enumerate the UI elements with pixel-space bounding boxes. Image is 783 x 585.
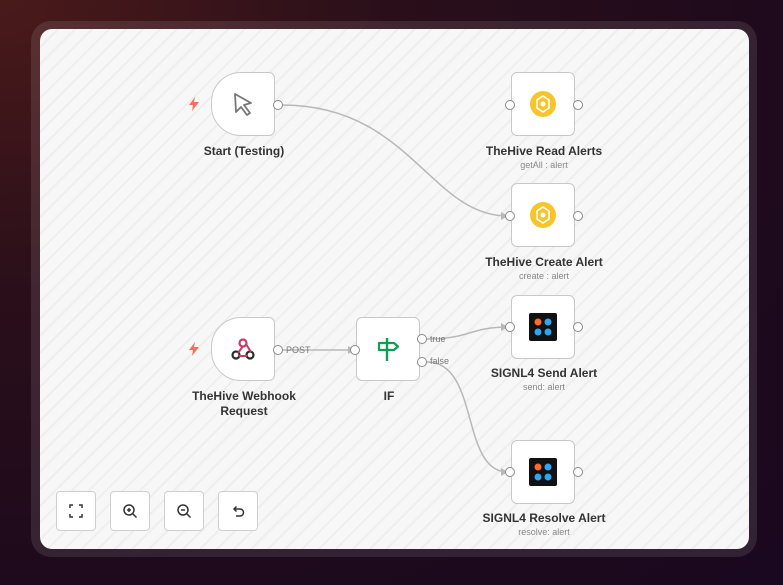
if-input-port[interactable] — [350, 345, 360, 355]
thehive-read-title: TheHive Read Alerts — [485, 144, 603, 158]
start-node-title: Start (Testing) — [203, 144, 285, 158]
thehive-icon — [530, 202, 556, 228]
connections — [281, 104, 509, 476]
webhook-title: TheHive Webhook Request — [169, 389, 319, 419]
webhook-title-line2: Request — [220, 404, 268, 418]
thehive-create-output-port[interactable] — [573, 211, 583, 221]
signl4-send-output-port[interactable] — [573, 322, 583, 332]
fullscreen-icon — [69, 504, 83, 518]
fit-view-button[interactable] — [56, 491, 96, 531]
signl4-send-input-port[interactable] — [505, 322, 515, 332]
trigger-bolt-icon — [189, 97, 199, 111]
zoom-out-button[interactable] — [164, 491, 204, 531]
signl4-resolve-subtitle: resolve: alert — [518, 527, 570, 537]
thehive-create-input-port[interactable] — [505, 211, 515, 221]
signl4-resolve-output-port[interactable] — [573, 467, 583, 477]
thehive-read-output-port[interactable] — [573, 100, 583, 110]
undo-button[interactable] — [218, 491, 258, 531]
webhook-output-port[interactable] — [273, 345, 283, 355]
signl4-send-title: SIGNL4 Send Alert — [490, 366, 598, 380]
undo-icon — [232, 505, 245, 517]
thehive-read-input-port[interactable] — [505, 100, 515, 110]
if-true-port[interactable] — [417, 334, 427, 344]
webhook-node[interactable] — [211, 317, 275, 381]
signl4-send-node[interactable] — [511, 295, 575, 359]
edge-label-true: true — [430, 334, 446, 344]
signl4-icon — [529, 313, 557, 341]
signl4-send-subtitle: send: alert — [522, 382, 566, 392]
signl4-resolve-input-port[interactable] — [505, 467, 515, 477]
signl4-resolve-title: SIGNL4 Resolve Alert — [482, 511, 606, 525]
edge-label-false: false — [430, 356, 450, 366]
thehive-read-node[interactable] — [511, 72, 575, 136]
cursor-icon — [234, 93, 252, 116]
zoom-in-icon — [123, 504, 138, 519]
signl4-resolve-node[interactable] — [511, 440, 575, 504]
webhook-title-line1: TheHive Webhook — [192, 389, 296, 403]
thehive-create-title: TheHive Create Alert — [485, 255, 603, 269]
signl4-icon — [529, 458, 557, 486]
if-false-port[interactable] — [417, 357, 427, 367]
if-title: IF — [383, 389, 395, 403]
thehive-create-node[interactable] — [511, 183, 575, 247]
thehive-create-subtitle: create : alert — [518, 271, 570, 281]
start-output-port[interactable] — [273, 100, 283, 110]
thehive-read-subtitle: getAll : alert — [520, 160, 568, 170]
workflow-canvas[interactable]: Start (Testing) TheHive Read Alerts getA… — [40, 29, 749, 549]
if-node[interactable] — [356, 317, 420, 381]
zoom-in-button[interactable] — [110, 491, 150, 531]
zoom-out-icon — [177, 504, 192, 519]
thehive-icon — [530, 91, 556, 117]
start-node[interactable] — [211, 72, 275, 136]
edge-label-post: POST — [286, 345, 311, 355]
webhook-icon — [231, 338, 255, 360]
signpost-icon — [377, 338, 400, 361]
trigger-bolt-icon — [189, 342, 199, 356]
